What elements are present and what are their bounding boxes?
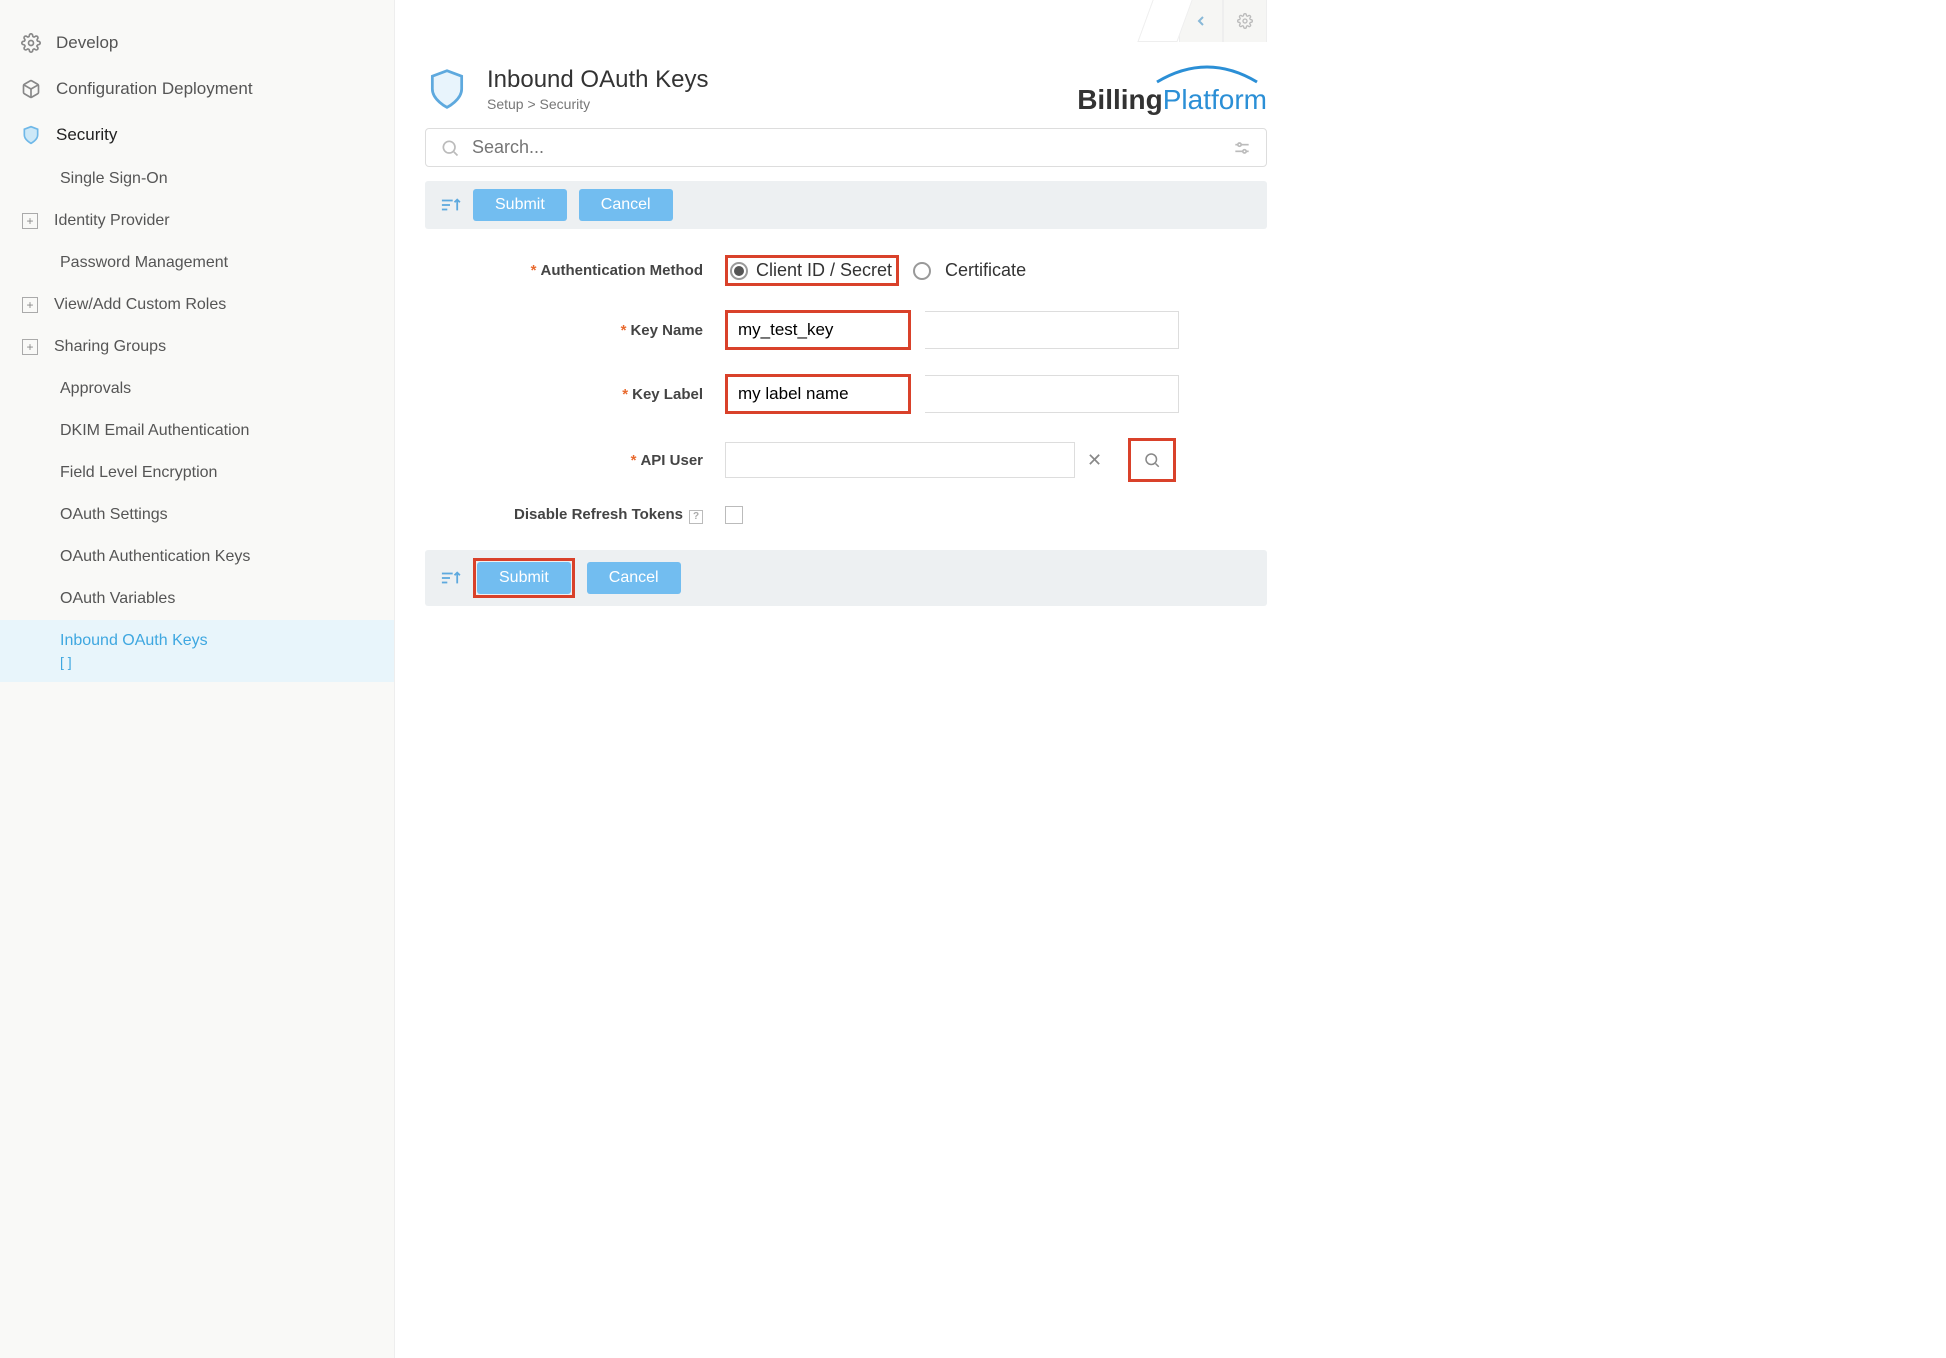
key-name-input[interactable]: [728, 313, 908, 347]
logo: BillingPlatform: [1077, 62, 1267, 116]
logo-text-b: Platform: [1163, 84, 1267, 115]
disable-refresh-label: Disable Refresh Tokens: [514, 506, 683, 523]
sidebar-item-label: Approvals: [60, 380, 131, 397]
sidebar-item-dkim-email-authentication[interactable]: DKIM Email Authentication: [0, 410, 394, 452]
sidebar-config-deploy[interactable]: Configuration Deployment: [0, 66, 394, 112]
settings-button[interactable]: [1223, 0, 1267, 42]
sidebar-item-identity-provider[interactable]: + Identity Provider: [0, 200, 394, 242]
sidebar-develop[interactable]: Develop: [0, 20, 394, 66]
sidebar-config-label: Configuration Deployment: [56, 79, 253, 99]
sidebar-item-oauth-settings[interactable]: OAuth Settings: [0, 494, 394, 536]
submit-button-bottom[interactable]: Submit: [477, 562, 571, 594]
sidebar-item-field-level-encryption[interactable]: Field Level Encryption: [0, 452, 394, 494]
sidebar-item-approvals[interactable]: Approvals: [0, 368, 394, 410]
page-title: Inbound OAuth Keys: [487, 66, 708, 94]
expand-icon[interactable]: +: [22, 213, 38, 229]
disable-refresh-checkbox[interactable]: [725, 506, 743, 524]
sidebar-item-label: Field Level Encryption: [60, 464, 217, 481]
api-user-label: API User: [640, 452, 703, 469]
sidebar-item-password-management[interactable]: Password Management: [0, 242, 394, 284]
sidebar-item-label: DKIM Email Authentication: [60, 422, 249, 439]
sidebar-item-label: Single Sign-On: [60, 170, 168, 187]
sidebar-item-inbound-oauth-keys[interactable]: Inbound OAuth Keys [ ]: [0, 620, 394, 682]
radio-client-secret-label: Client ID / Secret: [756, 260, 892, 281]
cancel-button-top[interactable]: Cancel: [579, 189, 673, 221]
topbar: [425, 0, 1267, 42]
sidebar-item-label: Inbound OAuth Keys: [60, 632, 208, 649]
radio-client-secret[interactable]: [730, 262, 748, 280]
sort-icon[interactable]: [439, 196, 461, 214]
submit-button-top[interactable]: Submit: [473, 189, 567, 221]
expand-icon[interactable]: +: [22, 297, 38, 313]
sidebar-item-sharing-groups[interactable]: + Sharing Groups: [0, 326, 394, 368]
api-user-input[interactable]: [725, 442, 1075, 478]
sidebar-security[interactable]: Security: [0, 112, 394, 158]
sidebar-item-label: View/Add Custom Roles: [54, 296, 226, 313]
sidebar-item-view-add-custom-roles[interactable]: + View/Add Custom Roles: [0, 284, 394, 326]
page-shield-icon: [425, 65, 469, 113]
radio-certificate-label: Certificate: [945, 260, 1026, 281]
sliders-icon[interactable]: [1232, 138, 1252, 158]
auth-method-label: Authentication Method: [541, 262, 703, 279]
sidebar-item-label: OAuth Authentication Keys: [60, 548, 250, 565]
cancel-button-bottom[interactable]: Cancel: [587, 562, 681, 594]
clear-icon[interactable]: ✕: [1075, 450, 1114, 471]
sidebar-item-single-sign-on[interactable]: Single Sign-On: [0, 158, 394, 200]
sort-icon-bottom[interactable]: [439, 569, 461, 587]
search-icon: [440, 138, 460, 158]
search-input[interactable]: [472, 137, 1232, 158]
sidebar-item-oauth-variables[interactable]: OAuth Variables: [0, 578, 394, 620]
cube-icon: [20, 78, 42, 100]
breadcrumb: Setup > Security: [487, 96, 708, 112]
lookup-button[interactable]: [1132, 442, 1172, 478]
sidebar: Develop Configuration Deployment Securit…: [0, 0, 395, 1358]
shield-icon: [20, 124, 42, 146]
sidebar-security-label: Security: [56, 125, 117, 145]
key-label-label: Key Label: [632, 386, 703, 403]
action-bar-top: Submit Cancel: [425, 181, 1267, 229]
gear-icon: [20, 32, 42, 54]
sidebar-item-label: Password Management: [60, 254, 228, 271]
logo-text-a: Billing: [1077, 84, 1163, 115]
help-icon[interactable]: ?: [689, 510, 703, 524]
sidebar-develop-label: Develop: [56, 33, 118, 53]
key-name-label: Key Name: [630, 322, 703, 339]
main-content: Inbound OAuth Keys Setup > Security Bill…: [395, 0, 1297, 1358]
form: *Authentication Method Client ID / Secre…: [425, 243, 1267, 536]
sidebar-item-sub: [ ]: [60, 654, 208, 670]
key-label-input[interactable]: [728, 377, 908, 411]
action-bar-bottom: Submit Cancel: [425, 550, 1267, 606]
sidebar-item-label: OAuth Variables: [60, 590, 175, 607]
sidebar-item-oauth-authentication-keys[interactable]: OAuth Authentication Keys: [0, 536, 394, 578]
expand-icon[interactable]: +: [22, 339, 38, 355]
sidebar-item-label: Sharing Groups: [54, 338, 166, 355]
search-bar[interactable]: [425, 128, 1267, 167]
sidebar-item-label: OAuth Settings: [60, 506, 168, 523]
radio-certificate[interactable]: [913, 262, 931, 280]
sidebar-item-label: Identity Provider: [54, 212, 170, 229]
